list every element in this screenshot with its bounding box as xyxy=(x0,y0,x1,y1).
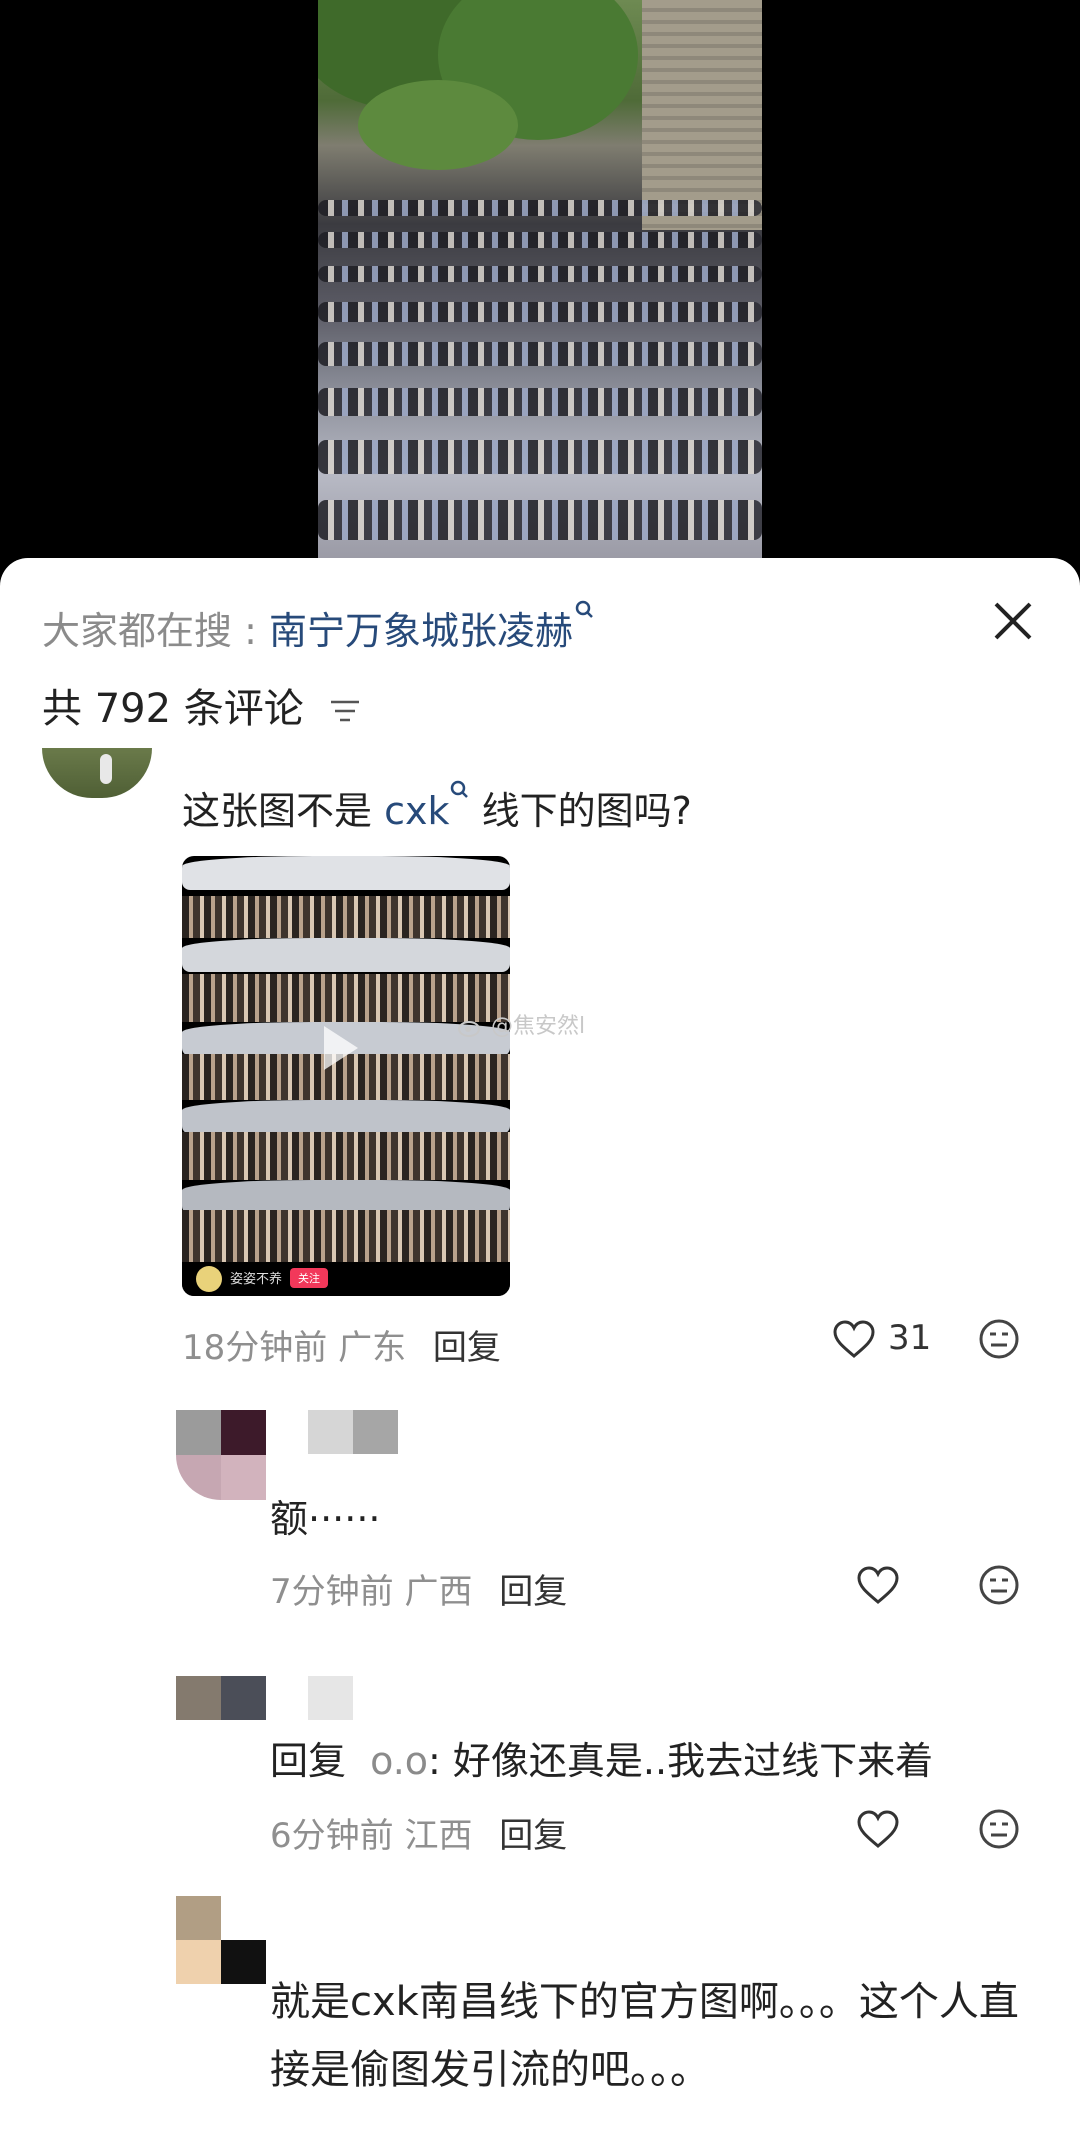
like-button[interactable] xyxy=(856,1810,900,1854)
follow-button: 关注 xyxy=(290,1268,328,1288)
search-suggestion[interactable]: 大家都在搜 : 南宁万象城张凌赫 xyxy=(42,600,595,655)
avatar xyxy=(196,1266,222,1292)
dislike-emoji-icon[interactable] xyxy=(978,1564,1020,1610)
username-pixelated[interactable] xyxy=(308,1676,353,1720)
comment-sheet: 大家都在搜 : 南宁万象城张凌赫 共 792 条评论 这张图不是 cxk 线下的… xyxy=(0,558,1080,2135)
comment-count: 共 792 条评论 xyxy=(42,676,361,734)
reply-body: : 好像还真是..我去过线下来着 xyxy=(428,1739,934,1783)
reply-meta: 6分钟前 江西 回复 xyxy=(270,1808,567,1857)
watermark-text: @焦安然l xyxy=(491,1014,586,1039)
reply-text: 额······ xyxy=(270,1497,381,1541)
dislike-emoji-icon[interactable] xyxy=(978,1808,1020,1854)
heart-icon xyxy=(857,1810,899,1848)
avatar[interactable] xyxy=(176,1896,266,1984)
play-icon[interactable] xyxy=(324,1026,358,1070)
weibo-icon xyxy=(458,1021,480,1037)
reply-time: 6分钟前 xyxy=(270,1816,394,1856)
comment-text: 这张图不是 cxk 线下的图吗? xyxy=(182,780,692,835)
comment-time: 18分钟前 xyxy=(182,1328,328,1368)
avatar[interactable] xyxy=(42,748,152,798)
watermark: @焦安然l xyxy=(458,1008,585,1040)
dislike-emoji-icon[interactable] xyxy=(978,1318,1020,1364)
reply-button[interactable]: 回复 xyxy=(433,1328,501,1368)
username-pixelated[interactable] xyxy=(308,1410,398,1454)
video-frame xyxy=(318,0,762,560)
reply-text: 就是cxk南昌线下的官方图啊。。。这个人直接是偷图发引流的吧。。。 xyxy=(270,1979,1019,2093)
like-button[interactable] xyxy=(856,1566,900,1610)
keyword-search-icon xyxy=(450,780,470,833)
comment-meta: 18分钟前 广东 回复 xyxy=(182,1320,501,1369)
image-username: 姿姿不养 xyxy=(230,1272,283,1287)
comment-location: 广东 xyxy=(338,1328,407,1368)
reply-to-user[interactable]: o.o xyxy=(370,1739,428,1783)
reply-location: 江西 xyxy=(404,1816,473,1856)
reply-button[interactable]: 回复 xyxy=(499,1572,567,1612)
search-label: 大家都在搜 : xyxy=(42,609,257,653)
heart-icon xyxy=(857,1566,899,1604)
comment-count-text: 共 792 条评论 xyxy=(42,686,304,732)
comment-text-part: 线下的图吗? xyxy=(481,789,692,833)
reply-meta: 7分钟前 广西 回复 xyxy=(270,1564,567,1613)
keyword-link[interactable]: cxk xyxy=(384,789,449,833)
image-footer: 姿姿不养 关注 xyxy=(182,1262,510,1296)
search-term-link[interactable]: 南宁万象城张凌赫 xyxy=(269,609,573,653)
like-count: 31 xyxy=(888,1318,932,1358)
reply-text: 回复 o.o: 好像还真是..我去过线下来着 xyxy=(270,1730,933,1785)
comment-image[interactable]: 姿姿不养 关注 xyxy=(182,856,510,1296)
heart-icon xyxy=(833,1320,875,1358)
reply-location: 广西 xyxy=(404,1572,473,1612)
reply-button[interactable]: 回复 xyxy=(499,1816,567,1856)
avatar[interactable] xyxy=(176,1676,266,1720)
avatar[interactable] xyxy=(176,1410,266,1500)
close-icon[interactable] xyxy=(988,596,1038,646)
search-icon xyxy=(575,600,595,628)
reply-prefix: 回复 xyxy=(270,1739,347,1783)
like-button[interactable] xyxy=(832,1320,876,1364)
sort-filter-icon[interactable] xyxy=(329,688,361,734)
comment-text-part: 这张图不是 xyxy=(182,789,373,833)
video-player[interactable] xyxy=(0,0,1080,580)
reply-time: 7分钟前 xyxy=(270,1572,394,1612)
